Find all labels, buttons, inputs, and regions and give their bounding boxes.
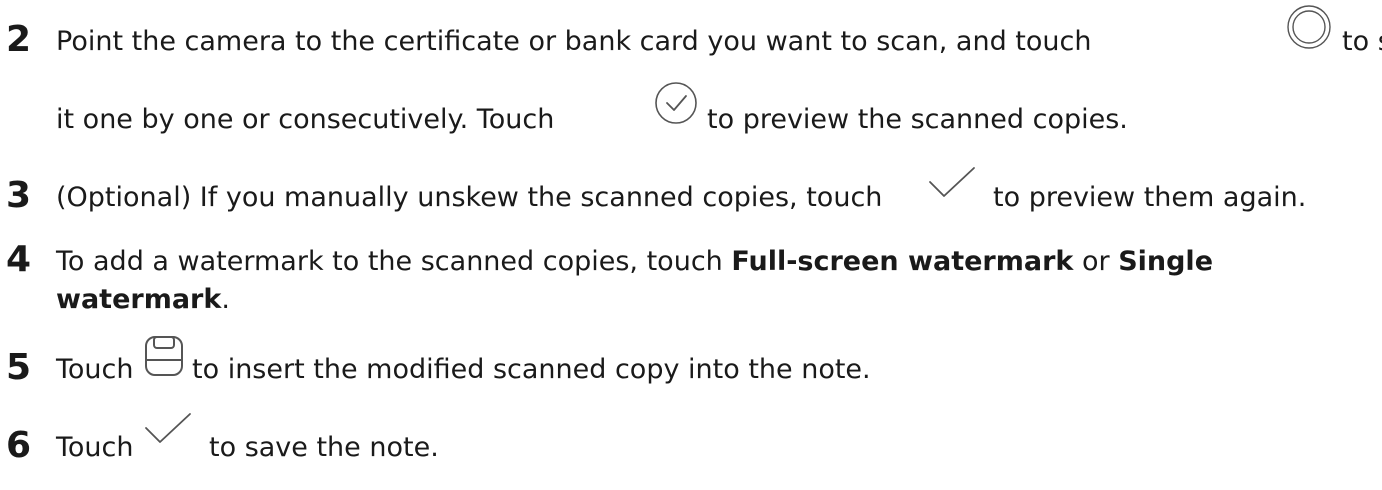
step-text: to preview the scanned copies. [707, 104, 1128, 135]
step-text: to preview them again. [993, 182, 1307, 213]
step-text-line: Touch [56, 354, 134, 385]
step-text: Touch [56, 432, 134, 463]
step-number: 5 [6, 347, 32, 388]
step-number: 2 [6, 19, 32, 60]
step-text: (Optional) If you manually unskew the sc… [56, 182, 883, 213]
step-text: Touch [56, 354, 134, 385]
checkmark-icon [929, 167, 975, 197]
step-text-line: to insert the modified scanned copy into… [192, 354, 871, 385]
step-text-line: to preview the scanned copies. [707, 104, 1128, 135]
step-number: 4 [6, 239, 32, 280]
step-bold-text: Single [1118, 246, 1214, 277]
step-number: 3 [6, 175, 32, 216]
step-text: To add a watermark to the scanned copies… [56, 246, 723, 277]
step-text-line: Touch [56, 432, 134, 463]
step-text: to insert the modified scanned copy into… [192, 354, 871, 385]
step-number: 6 [6, 425, 32, 466]
step-text-line: To add a watermark to the scanned copies… [56, 246, 1213, 277]
step-text-line: to preview them again. [993, 182, 1306, 213]
step-text-line: Point the camera to the certificate or b… [56, 26, 1091, 57]
step-bold-text: Full-screen watermark [731, 246, 1074, 277]
step-text-line: watermark. [56, 284, 230, 315]
step-text: it one by one or consecutively. Touch [56, 104, 555, 135]
step-text: . [221, 284, 230, 315]
step-text-line: to scan [1342, 26, 1382, 57]
step-bold-text: watermark [56, 284, 222, 315]
step-text: to save the note. [209, 432, 439, 463]
check-circle-icon [655, 82, 697, 124]
step-text: to scan [1342, 26, 1382, 57]
shutter-circle-icon [1287, 5, 1331, 49]
step-text-line: (Optional) If you manually unskew the sc… [56, 182, 882, 213]
step-text: Point the camera to the certificate or b… [56, 26, 1092, 57]
step-text-line: it one by one or consecutively. Touch [56, 104, 554, 135]
checkmark-icon [145, 413, 191, 443]
step-text-line: to save the note. [209, 432, 439, 463]
save-icon [145, 336, 183, 376]
step-text: or [1081, 246, 1110, 277]
